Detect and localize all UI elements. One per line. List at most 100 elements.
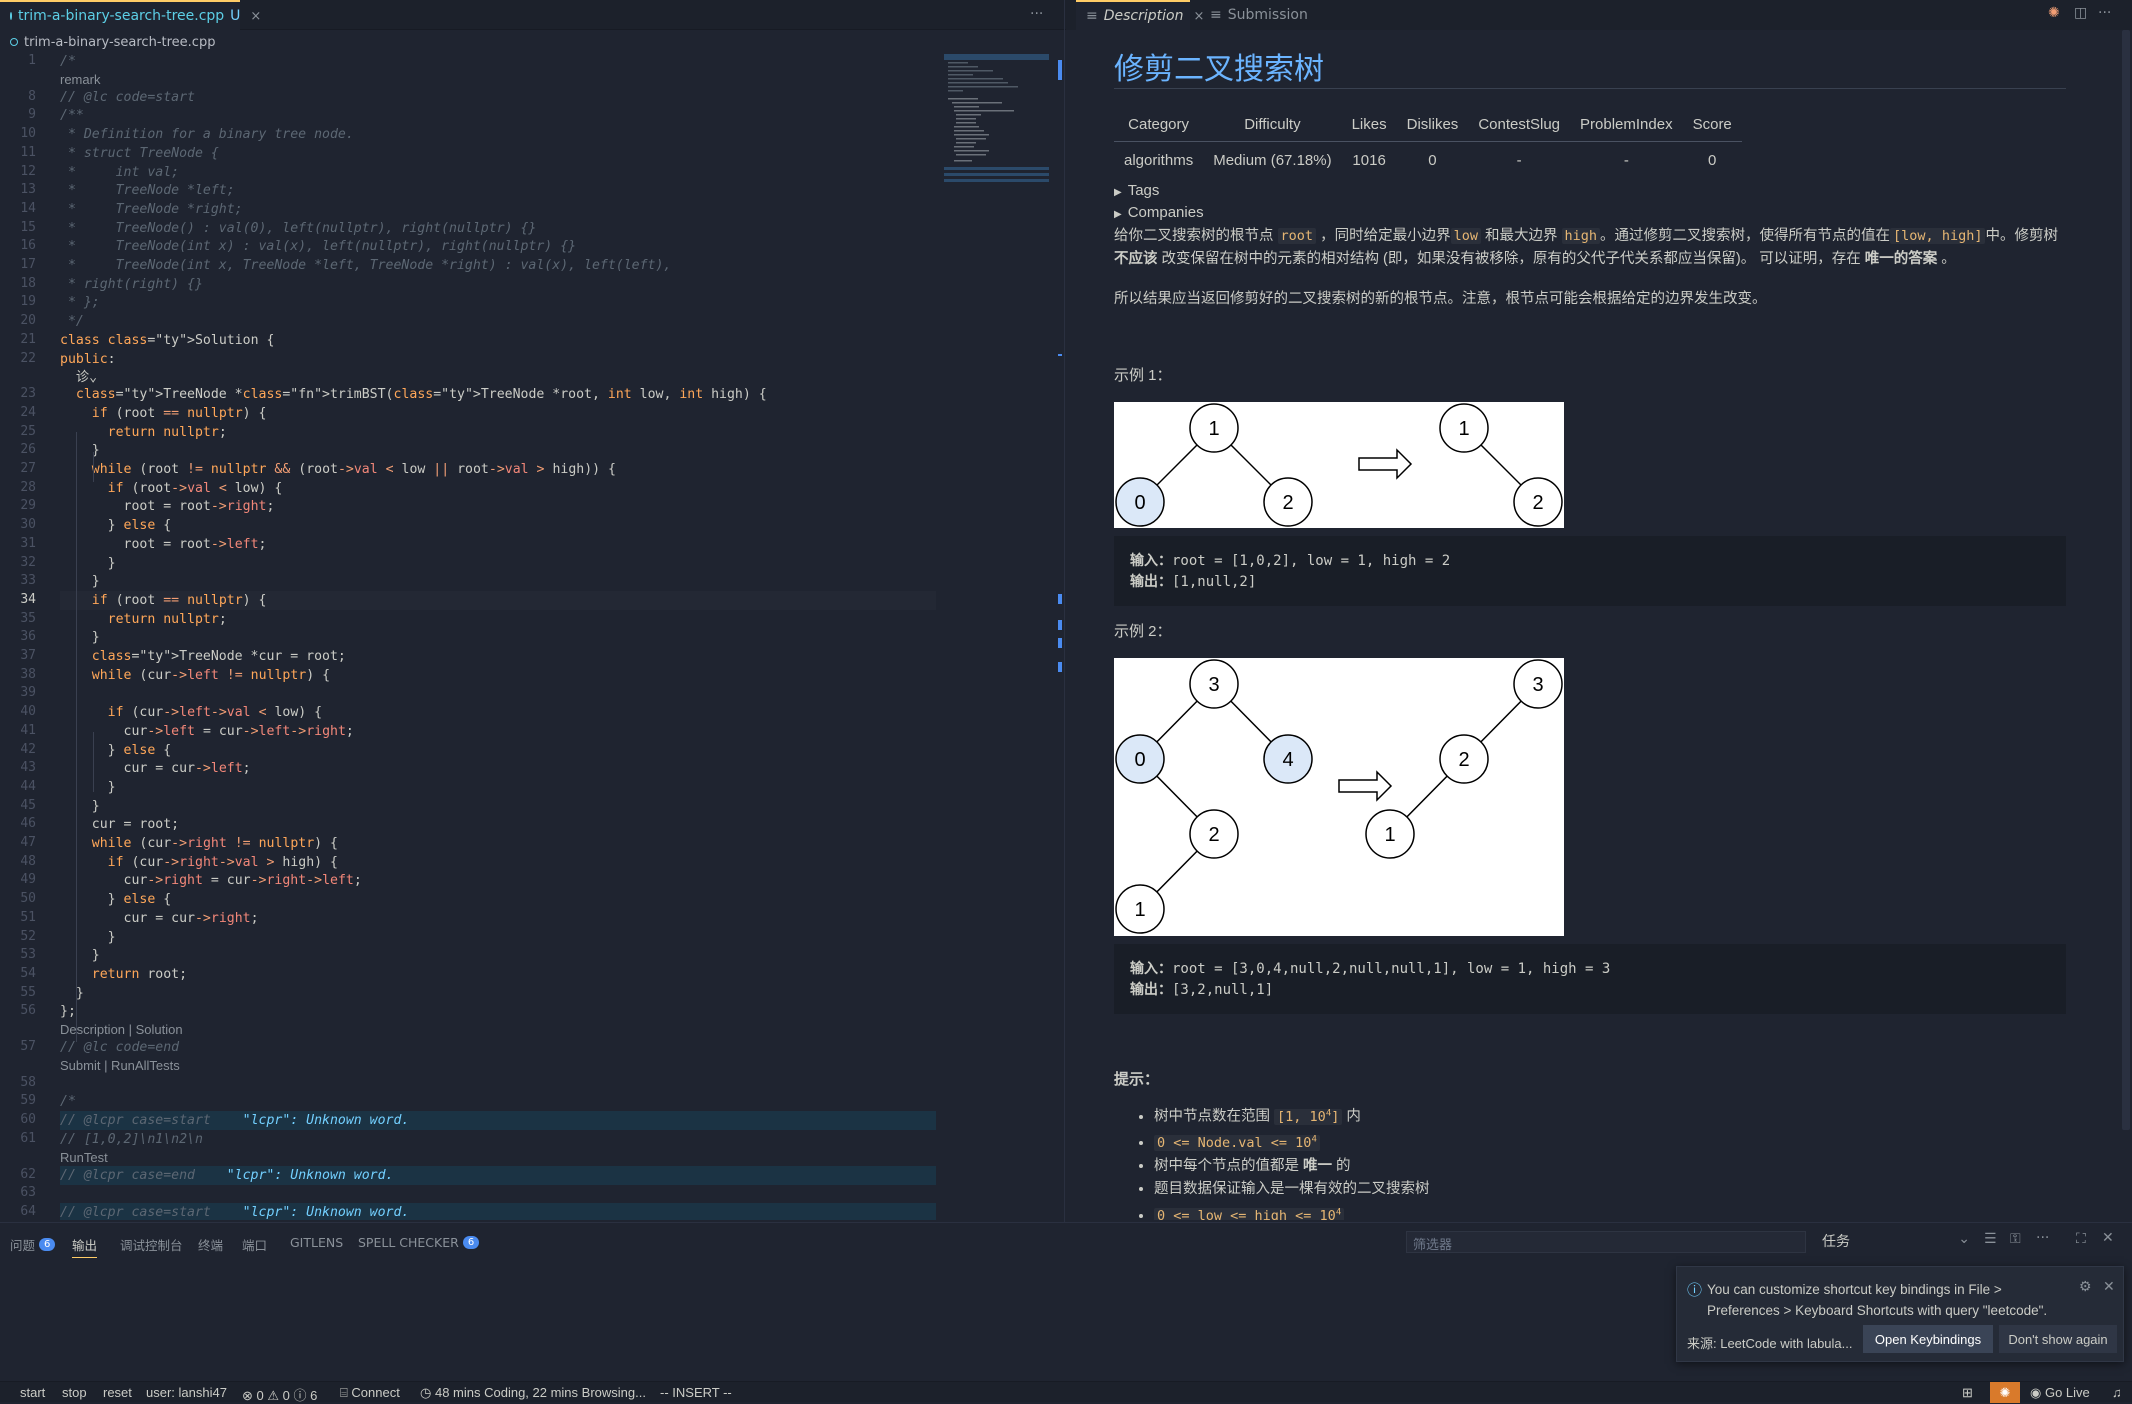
status-start[interactable]: start: [20, 1385, 45, 1400]
code-line[interactable]: }: [60, 928, 116, 947]
code-line[interactable]: * TreeNode(int x) : val(x), left(nullptr…: [60, 237, 576, 256]
code-line[interactable]: cur = cur->left;: [60, 759, 251, 778]
code-line[interactable]: */: [60, 312, 84, 331]
close-icon[interactable]: ✕: [2103, 1278, 2115, 1295]
code-line[interactable]: // @lc code=start: [60, 88, 195, 107]
more-actions-icon[interactable]: ···: [2098, 5, 2111, 21]
code-line[interactable]: if (root == nullptr) {: [60, 404, 267, 423]
status-timer[interactable]: ◷ 48 mins Coding, 22 mins Browsing...: [420, 1385, 646, 1401]
status-user[interactable]: user: lanshi47: [146, 1385, 227, 1400]
code-line[interactable]: * TreeNode *right;: [60, 200, 243, 219]
code-line[interactable]: * TreeNode *left;: [60, 181, 235, 200]
code-line[interactable]: // @lcpr case=end "lcpr": Unknown word.: [60, 1165, 936, 1185]
panel-tab[interactable]: GITLENS: [290, 1235, 343, 1250]
code-line[interactable]: while (cur->left != nullptr) {: [60, 666, 330, 685]
code-line[interactable]: return nullptr;: [60, 610, 227, 629]
copilot-icon[interactable]: ⊞: [1962, 1385, 1973, 1401]
filter-input[interactable]: 筛选器: [1406, 1231, 1806, 1253]
code-line[interactable]: /**: [60, 106, 84, 125]
code-line[interactable]: }: [60, 554, 116, 573]
code-line[interactable]: class class="ty">Solution {: [60, 331, 274, 350]
close-panel-icon[interactable]: ✕: [2102, 1230, 2114, 1246]
task-select[interactable]: 任务 ⌄: [1816, 1231, 1976, 1253]
panel-tab[interactable]: SPELL CHECKER 6: [358, 1235, 480, 1250]
code-line[interactable]: * TreeNode(int x, TreeNode *left, TreeNo…: [60, 256, 671, 275]
code-line[interactable]: cur->right = cur->right->left;: [60, 871, 362, 890]
constraint-item: 0 <= Node.val <= 104: [1154, 1129, 1430, 1156]
minimap[interactable]: [944, 54, 1049, 184]
codelens[interactable]: Description | Solution: [60, 1022, 183, 1037]
gear-icon[interactable]: ⚙: [2079, 1278, 2092, 1295]
code-line[interactable]: public:: [60, 350, 116, 369]
code-line[interactable]: * struct TreeNode {: [60, 144, 219, 163]
code-line[interactable]: * TreeNode() : val(0), left(nullptr), ri…: [60, 219, 536, 238]
code-line[interactable]: cur->left = cur->left->right;: [60, 722, 354, 741]
status-stop[interactable]: stop: [62, 1385, 87, 1400]
code-line[interactable]: // @lcpr case=start "lcpr": Unknown word…: [60, 1111, 936, 1131]
lock-icon[interactable]: ⚿: [2010, 1231, 2021, 1247]
codelens[interactable]: remark: [60, 72, 100, 87]
code-line[interactable]: }: [60, 628, 100, 647]
codelens[interactable]: Submit | RunAllTests: [60, 1058, 180, 1073]
code-line[interactable]: return nullptr;: [60, 423, 227, 442]
panel-tab[interactable]: 终端: [198, 1235, 223, 1254]
panel-tab[interactable]: 调试控制台: [120, 1235, 183, 1254]
editor-tab-file[interactable]: trim-a-binary-search-tree.cpp U ×: [0, 0, 261, 30]
dont-show-again-button[interactable]: Don't show again: [1999, 1325, 2117, 1353]
code-line[interactable]: * int val;: [60, 163, 179, 182]
tags-toggle[interactable]: ▶ Tags: [1114, 182, 1159, 199]
panel-tab[interactable]: 端口: [242, 1235, 267, 1254]
breadcrumb[interactable]: trim-a-binary-search-tree.cpp: [0, 31, 1060, 53]
status-reset[interactable]: reset: [103, 1385, 132, 1400]
code-line[interactable]: if (cur->right->val > high) {: [60, 853, 338, 872]
code-line[interactable]: // [1,0,2]\n1\n2\n: [60, 1130, 203, 1149]
maximize-panel-icon[interactable]: ⛶: [2076, 1231, 2086, 1247]
close-icon[interactable]: ×: [250, 9, 261, 24]
code-editor[interactable]: 1/* remark 8// @lc code=start 9/** 10 * Defi…: [0, 52, 940, 1220]
status-golive[interactable]: ◉ Go Live: [2030, 1385, 2090, 1401]
code-line[interactable]: * right(right) {}: [60, 275, 203, 294]
code-line[interactable]: };: [60, 1002, 76, 1021]
code-line[interactable]: // @lcpr case=start "lcpr": Unknown word…: [60, 1202, 936, 1220]
status-problems[interactable]: ⊗ 0 ⚠ 0 ⓘ 6: [242, 1385, 317, 1404]
list-icon[interactable]: ☰: [1984, 1231, 1997, 1247]
code-line[interactable]: }: [60, 946, 100, 965]
code-line[interactable]: root = root->left;: [60, 535, 267, 554]
code-line[interactable]: cur = root;: [60, 815, 179, 834]
leetcode-status-icon[interactable]: ✺: [1990, 1382, 2020, 1403]
codelens[interactable]: RunTest: [60, 1150, 108, 1165]
code-line[interactable]: }: [60, 778, 116, 797]
code-line[interactable]: if (root == nullptr) {: [60, 590, 936, 610]
code-line[interactable]: while (root != nullptr && (root->val < l…: [60, 460, 616, 479]
code-line[interactable]: * };: [60, 293, 100, 312]
panel-tab[interactable]: 输出: [72, 1235, 98, 1258]
code-line[interactable]: }: [60, 572, 100, 591]
tab-submission[interactable]: ≡ Submission: [1200, 0, 1320, 30]
code-line[interactable]: while (cur->right != nullptr) {: [60, 834, 338, 853]
split-editor-icon[interactable]: ◫: [2074, 5, 2087, 21]
more-actions-icon[interactable]: ···: [2036, 1230, 2049, 1246]
bell-icon[interactable]: ♫: [2112, 1385, 2122, 1400]
panel-tab[interactable]: 问题 6: [10, 1235, 56, 1254]
split-divider[interactable]: [1064, 0, 1065, 1222]
code-line[interactable]: * Definition for a binary tree node.: [60, 125, 354, 144]
code-line[interactable]: class="ty">TreeNode *cur = root;: [60, 647, 346, 666]
code-line[interactable]: class="ty">TreeNode *class="fn">trimBST(…: [60, 385, 767, 404]
code-line[interactable]: /*: [60, 1092, 76, 1111]
status-connect[interactable]: ⌸ Connect: [340, 1385, 400, 1401]
companies-toggle[interactable]: ▶ Companies: [1114, 204, 1204, 221]
description-scrollbar[interactable]: [2122, 30, 2130, 1130]
tab-description[interactable]: ≡ Description ×: [1076, 0, 1204, 30]
code-line[interactable]: }: [60, 984, 84, 1003]
editor-scrollbar[interactable]: [1058, 54, 1062, 1214]
code-line[interactable]: /*: [60, 52, 76, 71]
code-line[interactable]: if (cur->left->val < low) {: [60, 703, 322, 722]
code-line[interactable]: root = root->right;: [60, 497, 275, 516]
leetcode-icon[interactable]: ✺: [2048, 5, 2060, 21]
code-line[interactable]: // @lc code=end: [60, 1038, 179, 1057]
code-line[interactable]: cur = cur->right;: [60, 909, 259, 928]
code-line[interactable]: return root;: [60, 965, 187, 984]
code-line[interactable]: }: [60, 797, 100, 816]
open-keybindings-button[interactable]: Open Keybindings: [1863, 1325, 1993, 1353]
more-actions-icon[interactable]: ···: [1030, 6, 1043, 22]
